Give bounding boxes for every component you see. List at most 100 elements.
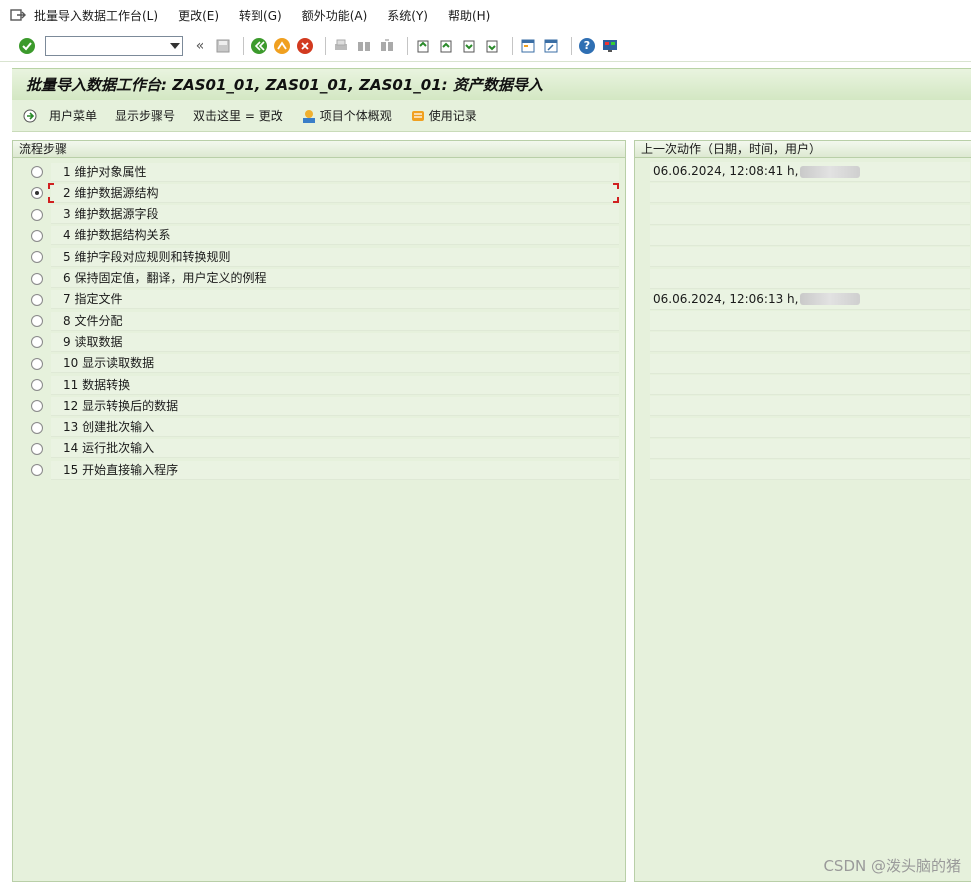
step-row[interactable]: 9 读取数据 xyxy=(13,332,625,352)
action-row xyxy=(650,460,970,481)
save-icon[interactable] xyxy=(214,37,232,55)
step-label[interactable]: 4 维护数据结构关系 xyxy=(51,226,619,246)
step-label[interactable]: 3 维护数据源字段 xyxy=(51,205,619,225)
step-radio[interactable] xyxy=(31,315,43,328)
step-radio[interactable] xyxy=(31,357,43,370)
chevron-down-icon[interactable] xyxy=(170,42,180,49)
last-action-panel: 上一次动作（日期，时间，用户） 06.06.2024, 12:08:41 h, 0… xyxy=(634,140,971,882)
exit-icon[interactable] xyxy=(273,37,291,55)
step-row[interactable]: 7 指定文件 xyxy=(13,290,625,310)
step-row[interactable]: 2 维护数据源结构 xyxy=(13,183,625,204)
step-radio[interactable] xyxy=(31,442,43,455)
step-label[interactable]: 5 维护字段对应规则和转换规则 xyxy=(51,247,619,267)
log-icon xyxy=(410,108,426,124)
cancel-icon[interactable] xyxy=(296,37,314,55)
step-radio[interactable] xyxy=(31,187,43,200)
menu-system[interactable]: 系统(Y) xyxy=(387,7,428,24)
step-row[interactable]: 5 维护字段对应规则和转换规则 xyxy=(13,247,625,267)
step-radio[interactable] xyxy=(31,251,43,264)
step-radio[interactable] xyxy=(31,293,43,306)
menu-extras[interactable]: 额外功能(A) xyxy=(302,7,368,24)
step-label[interactable]: 1 维护对象属性 xyxy=(51,162,619,182)
action-row xyxy=(650,311,970,332)
new-session-icon[interactable] xyxy=(519,37,537,55)
user-menu-button[interactable]: 用户菜单 xyxy=(22,107,97,124)
usage-log-label: 使用记录 xyxy=(428,109,477,123)
step-row[interactable]: 8 文件分配 xyxy=(13,311,625,331)
step-label[interactable]: 7 指定文件 xyxy=(51,290,619,310)
last-page-icon[interactable] xyxy=(483,37,501,55)
menu-edit[interactable]: 更改(E) xyxy=(178,7,219,24)
step-radio[interactable] xyxy=(31,421,43,434)
menu-help[interactable]: 帮助(H) xyxy=(448,7,490,24)
action-row xyxy=(650,438,970,459)
find-next-icon[interactable] xyxy=(378,37,396,55)
toolbar-separator xyxy=(512,36,513,55)
step-radio[interactable] xyxy=(31,336,43,349)
menu-goto[interactable]: 转到(G) xyxy=(239,7,282,24)
step-row[interactable]: 3 维护数据源字段 xyxy=(13,205,625,225)
step-label[interactable]: 15 开始直接输入程序 xyxy=(51,460,619,480)
toolbar-separator xyxy=(243,36,244,55)
step-row[interactable]: 13 创建批次输入 xyxy=(13,418,625,438)
step-radio[interactable] xyxy=(31,400,43,413)
step-label[interactable]: 8 文件分配 xyxy=(51,311,619,331)
step-radio[interactable] xyxy=(31,229,43,242)
toolbar-separator xyxy=(407,36,408,55)
show-step-numbers-label: 显示步骤号 xyxy=(115,109,176,123)
collapse-icon[interactable]: « xyxy=(191,37,209,55)
menu-exit-icon[interactable] xyxy=(10,8,26,22)
step-label[interactable]: 11 数据转换 xyxy=(51,375,619,395)
step-label[interactable]: 12 显示转换后的数据 xyxy=(51,396,619,416)
layout-icon[interactable] xyxy=(601,37,619,55)
title-bar: 批量导入数据工作台: ZAS01_01, ZAS01_01, ZAS01_01:… xyxy=(12,68,971,100)
focus-corner-mark xyxy=(48,197,54,204)
step-label[interactable]: 9 读取数据 xyxy=(51,332,619,352)
print-icon[interactable] xyxy=(332,37,350,55)
step-row[interactable]: 11 数据转换 xyxy=(13,375,625,395)
step-label[interactable]: 10 显示读取数据 xyxy=(51,354,619,374)
prev-page-icon[interactable] xyxy=(437,37,455,55)
menu-workbench[interactable]: 批量导入数据工作台(L) xyxy=(34,7,158,24)
action-row xyxy=(650,183,970,204)
last-action-header: 上一次动作（日期，时间，用户） xyxy=(635,141,971,158)
enter-icon[interactable] xyxy=(18,37,36,55)
step-radio[interactable] xyxy=(31,379,43,391)
step-row[interactable]: 4 维护数据结构关系 xyxy=(13,226,625,246)
action-row xyxy=(650,247,970,268)
item-overview-button[interactable]: 项目个体概观 xyxy=(301,107,392,124)
step-radio[interactable] xyxy=(31,208,43,221)
step-row[interactable]: 6 保持固定值，翻译，用户定义的例程 xyxy=(13,269,625,289)
first-page-icon[interactable] xyxy=(414,37,432,55)
step-radio[interactable] xyxy=(31,464,43,477)
step-row[interactable]: 12 显示转换后的数据 xyxy=(13,396,625,416)
action-timestamp: 06.06.2024, 12:08:41 h, xyxy=(653,164,799,178)
application-toolbar: 用户菜单 显示步骤号 双击这里 = 更改 项目个体概观 使用记录 xyxy=(12,100,971,132)
command-field[interactable] xyxy=(45,35,183,56)
show-step-numbers-button[interactable]: 显示步骤号 xyxy=(115,107,175,124)
step-radio[interactable] xyxy=(31,166,43,178)
action-row xyxy=(650,353,970,374)
step-row[interactable]: 15 开始直接输入程序 xyxy=(13,460,625,480)
back-icon[interactable] xyxy=(250,37,268,55)
double-click-hint-button[interactable]: 双击这里 = 更改 xyxy=(193,107,283,124)
step-label[interactable]: 2 维护数据源结构 xyxy=(51,183,619,203)
action-row xyxy=(650,417,970,438)
step-label[interactable]: 13 创建批次输入 xyxy=(51,418,619,438)
step-row[interactable]: 1 维护对象属性 xyxy=(13,162,625,182)
action-row xyxy=(650,396,970,417)
action-row xyxy=(650,375,970,395)
step-label[interactable]: 6 保持固定值，翻译，用户定义的例程 xyxy=(51,269,619,288)
help-icon[interactable]: ? xyxy=(578,37,596,55)
step-label[interactable]: 14 运行批次输入 xyxy=(51,439,619,459)
standard-toolbar: « ? xyxy=(0,30,971,62)
menu-bar: 批量导入数据工作台(L) 更改(E) 转到(G) 额外功能(A) 系统(Y) 帮… xyxy=(0,0,971,30)
step-radio[interactable] xyxy=(31,272,43,285)
item-overview-label: 项目个体概观 xyxy=(319,109,392,123)
find-icon[interactable] xyxy=(355,37,373,55)
shortcut-icon[interactable] xyxy=(542,37,560,55)
step-row[interactable]: 14 运行批次输入 xyxy=(13,439,625,459)
step-row[interactable]: 10 显示读取数据 xyxy=(13,354,625,374)
next-page-icon[interactable] xyxy=(460,37,478,55)
usage-log-button[interactable]: 使用记录 xyxy=(410,107,477,124)
